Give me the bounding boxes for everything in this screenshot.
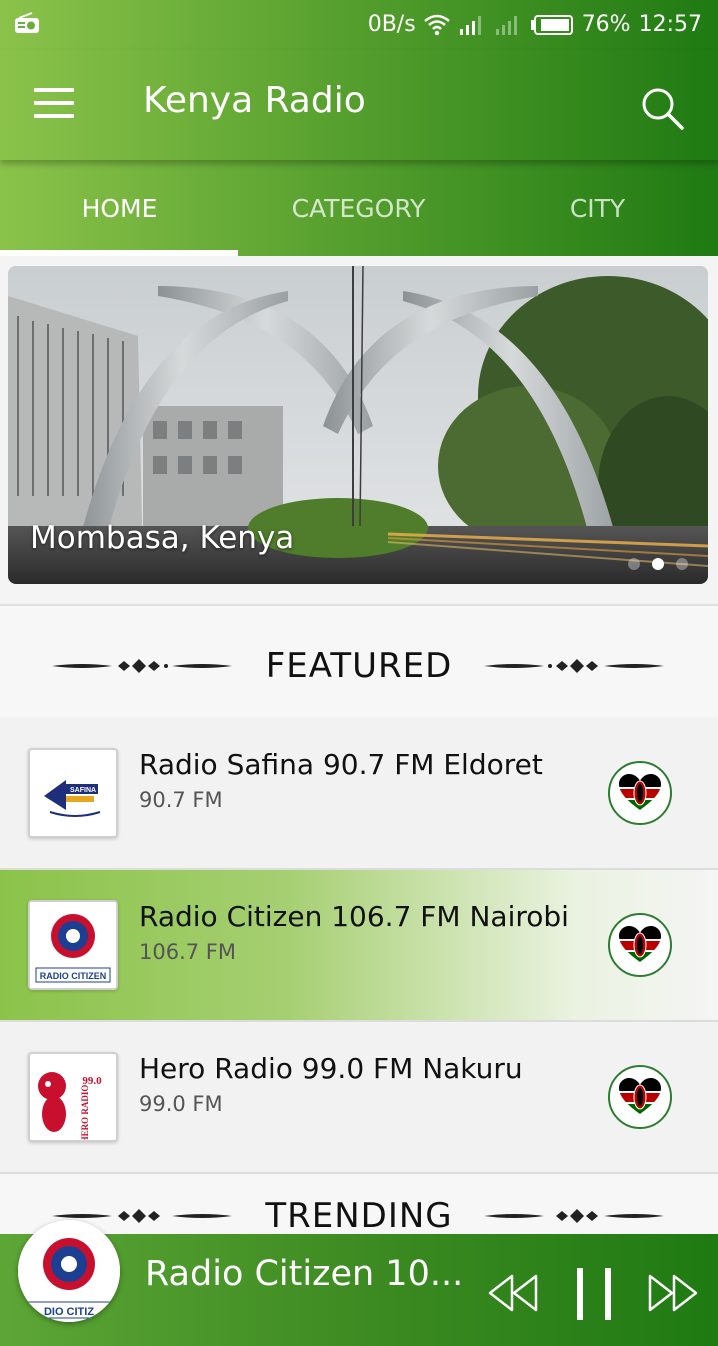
tab-home[interactable]: HOME: [0, 160, 239, 256]
app-bar: Kenya Radio: [0, 50, 718, 160]
tab-bar: HOME CATEGORY CITY: [0, 160, 718, 256]
now-playing-title: Radio Citizen 10...: [145, 1254, 464, 1294]
station-list-item[interactable]: 99.0 HERO RADIO Hero Radio 99.0 FM Nakur…: [0, 1022, 718, 1174]
station-list-item[interactable]: SAFINA Radio Safina 90.7 FM Eldoret 90.7…: [0, 718, 718, 870]
tab-category[interactable]: CATEGORY: [239, 160, 478, 256]
kenya-heart-icon: [619, 774, 661, 810]
station-logo: SAFINA: [28, 748, 118, 838]
logo-text: DIO CITIZ: [44, 1306, 94, 1318]
kenya-heart-icon: [619, 926, 661, 962]
station-logo: RADIO CITIZEN: [28, 900, 118, 990]
featured-section-header: FEATURED: [0, 606, 718, 716]
favorite-button[interactable]: [608, 761, 672, 825]
fast-forward-icon[interactable]: [646, 1274, 698, 1312]
logo-text: SAFINA: [70, 787, 96, 794]
flourish-right-icon: [484, 1209, 664, 1223]
featured-city-banner[interactable]: Mombasa, Kenya: [8, 266, 708, 584]
flourish-right-icon: [484, 659, 664, 673]
tab-city[interactable]: CITY: [478, 160, 717, 256]
station-frequency: 90.7 FM: [139, 788, 223, 812]
station-logo: 99.0 HERO RADIO: [28, 1052, 118, 1142]
station-frequency: 106.7 FM: [139, 940, 236, 964]
logo-text: RADIO CITIZEN: [40, 971, 107, 981]
kenya-heart-icon: [619, 1078, 661, 1114]
station-name: Radio Safina 90.7 FM Eldoret: [139, 748, 543, 781]
signal-icon-2: [495, 16, 517, 35]
battery-level: 76%: [581, 12, 631, 37]
station-frequency: 99.0 FM: [139, 1092, 223, 1116]
clock: 12:57: [638, 12, 702, 37]
radio-notification-icon: [15, 12, 39, 33]
now-playing-bar[interactable]: DIO CITIZ Radio Citizen 10...: [0, 1220, 718, 1346]
favorite-button[interactable]: [608, 913, 672, 977]
status-bar: 0B/s 76% 12:57: [0, 0, 718, 50]
hamburger-menu-icon[interactable]: [34, 88, 74, 118]
favorite-button[interactable]: [608, 1065, 672, 1129]
logo-text: HERO RADIO: [80, 1085, 90, 1140]
banner-caption: Mombasa, Kenya: [30, 520, 295, 556]
station-list-item-active[interactable]: RADIO CITIZEN Radio Citizen 106.7 FM Nai…: [0, 870, 718, 1022]
app-title: Kenya Radio: [143, 80, 366, 121]
network-speed: 0B/s: [367, 12, 416, 37]
carousel-dot[interactable]: [628, 558, 640, 570]
wifi-icon: [423, 14, 450, 36]
signal-icon: [459, 16, 481, 35]
carousel-dot[interactable]: [676, 558, 688, 570]
station-name: Radio Citizen 106.7 FM Nairobi: [139, 900, 569, 933]
now-playing-logo[interactable]: DIO CITIZ: [18, 1220, 120, 1322]
search-icon[interactable]: [640, 86, 684, 130]
pause-icon[interactable]: [574, 1266, 614, 1322]
rewind-icon[interactable]: [488, 1274, 540, 1312]
carousel-dot-active[interactable]: [652, 558, 664, 570]
station-name: Hero Radio 99.0 FM Nakuru: [139, 1052, 523, 1085]
carousel-indicator: [628, 558, 688, 570]
trending-section-header: TRENDING: [0, 1174, 718, 1234]
battery-icon: [530, 15, 573, 35]
